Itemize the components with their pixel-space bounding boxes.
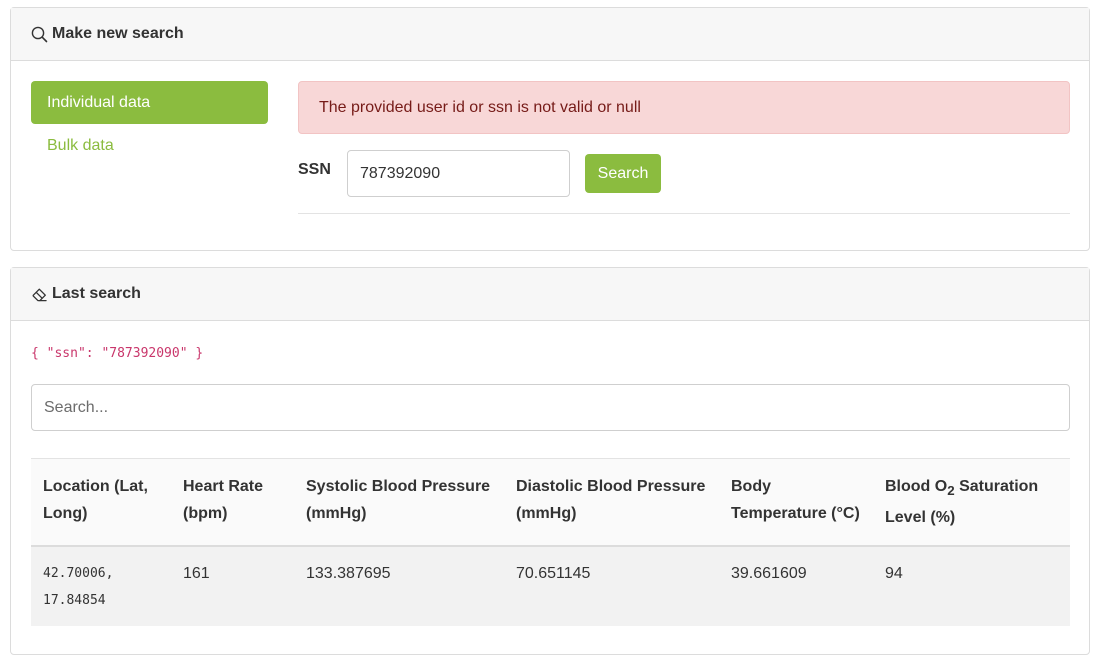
cell-heart-rate: 161 (171, 546, 294, 627)
results-panel-header: Last search (11, 268, 1089, 321)
error-alert-text: The provided user id or ssn is not valid… (319, 98, 641, 116)
table-row: 42.70006, 17.84854 161 133.387695 70.651… (31, 546, 1070, 627)
column-header-o2-saturation[interactable]: Blood O2 Saturation Level (%) (873, 458, 1070, 548)
ssn-label: SSN (298, 161, 331, 178)
nav-individual-data[interactable]: Individual data (31, 81, 268, 124)
table-header-row: Location (Lat, Long) Heart Rate (bpm) Sy… (31, 458, 1070, 548)
cell-diastolic: 70.651145 (504, 546, 719, 627)
cell-systolic: 133.387695 (294, 546, 504, 627)
results-table: Location (Lat, Long) Heart Rate (bpm) Sy… (31, 458, 1070, 627)
nav-bulk-data[interactable]: Bulk data (31, 124, 268, 167)
search-panel-title: Make new search (52, 25, 184, 42)
o2-header-subscript: 2 (947, 483, 955, 499)
eraser-icon (32, 288, 47, 301)
search-panel-header: Make new search (11, 8, 1089, 61)
table-search-input[interactable] (31, 384, 1070, 431)
results-panel-title: Last search (52, 285, 141, 302)
ssn-input[interactable] (347, 150, 570, 197)
cell-o2-saturation: 94 (873, 546, 1070, 627)
column-header-body-temperature[interactable]: Body Temperature (°C) (719, 458, 873, 548)
search-panel: Make new search Individual data Bulk dat… (10, 7, 1090, 251)
column-header-heart-rate[interactable]: Heart Rate (bpm) (171, 458, 294, 548)
nav-individual-data-label: Individual data (47, 93, 151, 111)
cell-location: 42.70006, 17.84854 (31, 546, 171, 627)
search-icon (31, 26, 48, 42)
o2-header-prefix: Blood O (885, 478, 948, 495)
column-header-systolic[interactable]: Systolic Blood Pressure (mmHg) (294, 458, 504, 548)
last-query-json: { "ssn": "787392090" } (31, 346, 204, 361)
column-header-diastolic[interactable]: Diastolic Blood Pressure (mmHg) (504, 458, 719, 548)
form-divider (298, 213, 1070, 214)
error-alert: The provided user id or ssn is not valid… (298, 81, 1070, 134)
cell-body-temperature: 39.661609 (719, 546, 873, 627)
search-button[interactable]: Search (585, 154, 661, 193)
results-panel: Last search { "ssn": "787392090" } Locat… (10, 267, 1090, 655)
column-header-location[interactable]: Location (Lat, Long) (31, 458, 171, 548)
nav-bulk-data-label: Bulk data (47, 136, 114, 154)
